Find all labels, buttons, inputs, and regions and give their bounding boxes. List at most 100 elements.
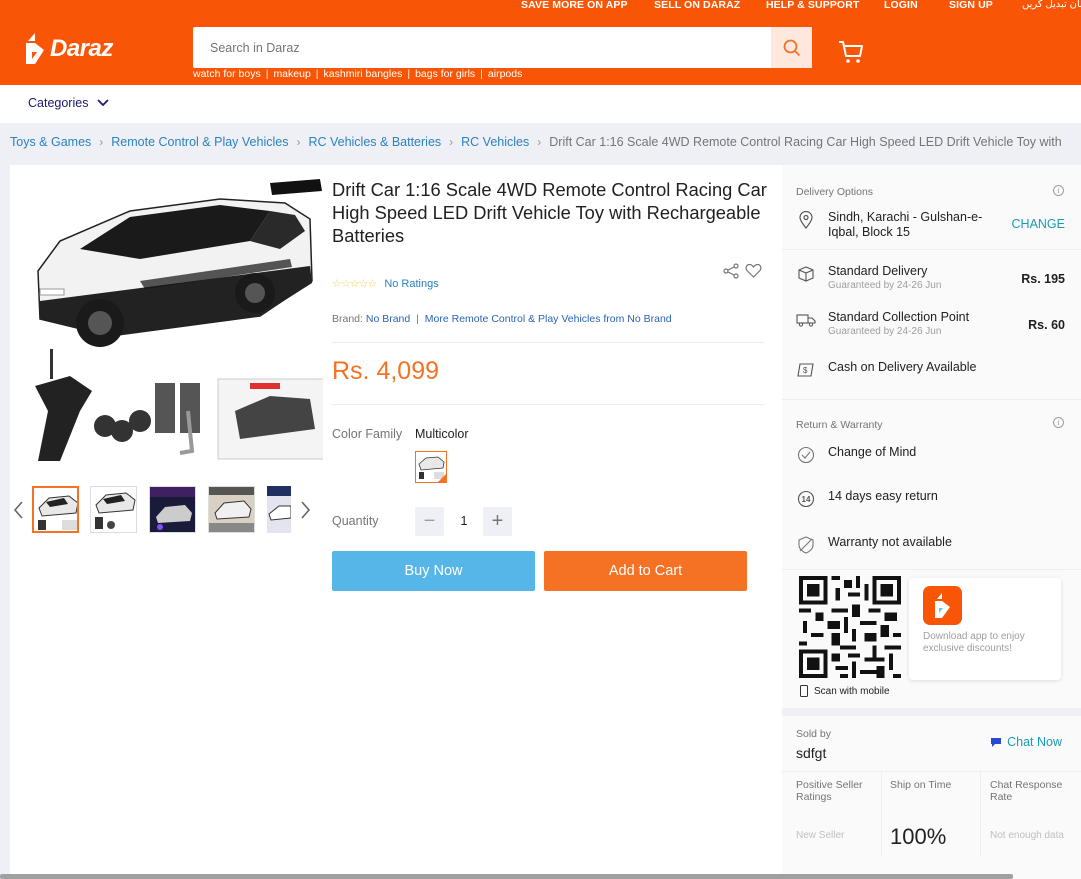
site-header: SAVE MORE ON APP SELL ON DARAZ HELP & SU… <box>0 0 1081 85</box>
more-from-brand-link[interactable]: More Remote Control & Play Vehicles from… <box>425 313 672 325</box>
breadcrumb-link[interactable]: Remote Control & Play Vehicles <box>111 135 288 149</box>
chevron-right-icon: › <box>296 135 301 149</box>
add-to-cart-button[interactable]: Add to Cart <box>544 551 747 591</box>
categories-menu[interactable]: Categories <box>28 96 110 110</box>
share-icon[interactable] <box>723 263 739 279</box>
stat-chat-response: Chat Response Rate Not enough data <box>976 772 1081 857</box>
stat-label: Positive Seller Ratings <box>796 779 863 803</box>
brand-link[interactable]: No Brand <box>366 313 410 325</box>
standard-delivery-price: Rs. 195 <box>1021 272 1065 286</box>
return-badge-text: 14 <box>801 494 811 504</box>
search-bar <box>193 27 812 68</box>
cash-on-delivery: $ Cash on Delivery Available <box>796 360 976 380</box>
divider <box>332 342 764 343</box>
signup-link[interactable]: SIGN UP <box>949 0 993 11</box>
quantity-increase-button[interactable]: + <box>483 507 512 536</box>
collection-point: Standard Collection Point Guaranteed by … <box>796 310 969 337</box>
breadcrumb-link[interactable]: Toys & Games <box>10 135 91 149</box>
return-warranty-heading: Return & Warranty <box>796 419 883 431</box>
chat-now-label: Chat Now <box>1007 735 1062 749</box>
divider <box>332 404 764 405</box>
chat-icon <box>991 737 1002 747</box>
daraz-logo[interactable]: Daraz <box>24 33 113 65</box>
sold-by-label: Sold by <box>796 728 832 740</box>
quantity-value[interactable]: 1 <box>454 514 474 528</box>
standard-delivery-label: Standard Delivery <box>828 264 928 278</box>
brand-label: Brand: <box>332 313 363 325</box>
chevron-right-icon: › <box>99 135 104 149</box>
horizontal-scrollbar[interactable] <box>0 874 1013 879</box>
delivery-side-panel: Delivery Options i Sindh, Karachi - Guls… <box>782 165 1081 879</box>
stat-value: Not enough data <box>990 830 1064 841</box>
truck-icon <box>796 310 816 330</box>
shield-off-icon <box>796 535 816 555</box>
thumbnail[interactable] <box>208 486 255 533</box>
cart-button[interactable] <box>837 39 865 70</box>
stat-label: Chat Response Rate <box>990 779 1063 803</box>
suggestion-link[interactable]: watch for boys <box>193 68 266 80</box>
info-icon[interactable]: i <box>1053 185 1064 196</box>
collection-point-label: Standard Collection Point <box>828 310 970 324</box>
color-swatch[interactable] <box>415 451 447 483</box>
help-link[interactable]: HELP & SUPPORT <box>766 0 859 11</box>
heart-icon[interactable] <box>745 263 762 279</box>
easy-return-label: 14 days easy return <box>828 489 938 503</box>
logo-text: Daraz <box>50 35 113 62</box>
divider <box>782 708 1081 716</box>
quantity-label: Quantity <box>332 514 379 528</box>
suggestion-link[interactable]: airpods <box>483 68 527 80</box>
standard-delivery-eta: Guaranteed by 24-26 Jun <box>828 280 942 291</box>
qr-code <box>799 576 901 678</box>
search-input[interactable] <box>193 27 771 68</box>
thumbnail-strip <box>10 483 323 538</box>
info-icon[interactable]: i <box>1053 417 1064 428</box>
scan-with-mobile: Scan with mobile <box>800 685 890 697</box>
thumbnail[interactable] <box>32 486 79 533</box>
brand-row: Brand: No Brand | More Remote Control & … <box>332 313 672 325</box>
thumbnail[interactable] <box>90 486 137 533</box>
breadcrumb-link[interactable]: RC Vehicles <box>461 135 529 149</box>
language-link[interactable]: زبان تبدیل کریں <box>1022 0 1081 10</box>
search-button[interactable] <box>771 27 812 68</box>
suggestion-link[interactable]: bags for girls <box>410 68 480 80</box>
product-main-image[interactable] <box>20 171 325 467</box>
app-download-card[interactable]: Download app to enjoy exclusive discount… <box>909 578 1061 680</box>
save-more-link[interactable]: SAVE MORE ON APP <box>521 0 628 11</box>
chat-now-button[interactable]: Chat Now <box>990 735 1062 749</box>
share-wishlist <box>723 263 762 279</box>
search-icon <box>783 39 800 56</box>
color-family-value: Multicolor <box>415 427 469 441</box>
quantity-decrease-button[interactable]: − <box>415 507 444 536</box>
product-title: Drift Car 1:16 Scale 4WD Remote Control … <box>332 179 767 246</box>
rating-stars: ☆☆☆☆☆ <box>332 278 377 290</box>
change-location-button[interactable]: CHANGE <box>1012 217 1065 231</box>
sell-link[interactable]: SELL ON DARAZ <box>654 0 740 11</box>
buy-now-button[interactable]: Buy Now <box>332 551 535 591</box>
seller-name[interactable]: sdfgt <box>796 745 826 761</box>
thumbnail[interactable] <box>149 486 196 533</box>
suggestion-link[interactable]: makeup <box>268 68 315 80</box>
location-pin-icon <box>796 210 816 230</box>
thumbnail[interactable] <box>267 486 291 533</box>
ratings-link[interactable]: No Ratings <box>384 278 438 290</box>
breadcrumb-current: Drift Car 1:16 Scale 4WD Remote Control … <box>549 135 1062 149</box>
chevron-right-icon[interactable] <box>298 500 312 520</box>
stat-positive-ratings: Positive Seller Ratings New Seller <box>782 772 882 857</box>
change-of-mind-label: Change of Mind <box>828 445 917 459</box>
daraz-app-icon <box>923 586 962 625</box>
stat-label: Ship on Time <box>890 779 952 791</box>
suggestion-link[interactable]: kashmiri bangles <box>319 68 408 80</box>
breadcrumb: Toys & Games › Remote Control & Play Vehi… <box>10 135 1062 149</box>
chevron-right-icon: › <box>449 135 454 149</box>
download-app-text: Download app to enjoy exclusive discount… <box>923 631 1025 654</box>
daraz-logo-icon <box>26 33 44 64</box>
warranty-label: Warranty not available <box>828 535 952 549</box>
breadcrumb-link[interactable]: RC Vehicles & Batteries <box>308 135 441 149</box>
stat-value: New Seller <box>796 830 845 841</box>
search-suggestions: watch for boys | makeup | kashmiri bangles… <box>193 68 527 80</box>
stat-value: 100% <box>890 824 947 849</box>
categories-label: Categories <box>28 96 89 110</box>
chevron-left-icon[interactable] <box>12 500 26 520</box>
login-link[interactable]: LOGIN <box>884 0 918 11</box>
change-of-mind-icon <box>796 445 816 465</box>
